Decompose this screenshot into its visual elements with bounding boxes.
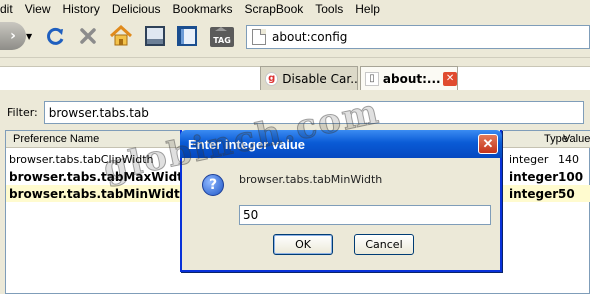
- home-icon: [109, 25, 133, 46]
- home-button[interactable]: [107, 21, 135, 51]
- menu-edit[interactable]: dit: [0, 2, 19, 16]
- dialog-title: Enter integer value: [188, 136, 306, 152]
- page-favicon-icon: ▯: [365, 71, 379, 86]
- pref-type: integer: [509, 169, 559, 184]
- history-dropdown-icon[interactable]: ▼: [26, 32, 32, 41]
- navigation-toolbar: › ▼ TAG about:config: [0, 17, 590, 58]
- reload-button[interactable]: [41, 21, 69, 51]
- tab-strip-empty-right: [458, 66, 590, 90]
- cancel-button[interactable]: Cancel: [354, 234, 414, 255]
- back-button[interactable]: ›: [0, 22, 26, 50]
- menu-delicious[interactable]: Delicious: [106, 2, 167, 16]
- bookmark-button[interactable]: [173, 21, 201, 51]
- column-header-name[interactable]: Preference Name: [13, 133, 99, 145]
- back-arrow-icon: ›: [10, 28, 16, 44]
- integer-value-input[interactable]: [239, 205, 491, 225]
- stop-button[interactable]: [74, 21, 102, 51]
- menu-bar: dit View History Delicious Bookmarks Scr…: [0, 0, 590, 17]
- tab-strip: g Disable Car... ▯ about:... ✕: [0, 58, 590, 90]
- menu-history[interactable]: History: [56, 2, 105, 16]
- scrapbook-button[interactable]: [141, 21, 169, 51]
- pref-name: browser.tabs.tabClipWidth: [9, 153, 154, 166]
- url-bar[interactable]: [246, 25, 590, 49]
- tab-close-icon[interactable]: ✕: [443, 71, 458, 86]
- page-icon: [252, 29, 266, 45]
- dialog-message: browser.tabs.tabMinWidth: [239, 173, 383, 186]
- tab-label: about:...: [382, 71, 441, 86]
- dialog-titlebar[interactable]: Enter integer value ✕: [180, 130, 502, 158]
- url-input[interactable]: [272, 30, 572, 44]
- menu-view[interactable]: View: [19, 2, 57, 16]
- question-icon: ?: [202, 174, 224, 196]
- filter-input[interactable]: [43, 101, 584, 124]
- pref-name: browser.tabs.tabMaxWidth: [9, 169, 192, 184]
- stop-icon: [80, 28, 96, 44]
- filter-row: Filter:: [7, 101, 584, 124]
- scrapbook-icon: [145, 26, 165, 46]
- ok-button[interactable]: OK: [273, 234, 333, 255]
- pref-value: 50: [558, 186, 575, 201]
- tab-strip-empty-left: [0, 66, 260, 90]
- dialog-close-icon[interactable]: ✕: [478, 134, 498, 154]
- integer-value-dialog: Enter integer value ✕ ? browser.tabs.tab…: [180, 130, 502, 272]
- reload-icon: [47, 27, 64, 45]
- tag-icon: TAG: [210, 27, 234, 47]
- menu-bookmarks[interactable]: Bookmarks: [167, 2, 239, 16]
- pref-value: 100: [558, 169, 584, 184]
- filter-label: Filter:: [7, 106, 38, 119]
- column-header-value[interactable]: Value: [563, 133, 590, 145]
- pref-name: browser.tabs.tabMinWidth: [9, 186, 189, 201]
- pref-type: integer: [509, 186, 559, 201]
- tab-disable-caret[interactable]: g Disable Car...: [260, 66, 358, 90]
- tag-icon-label: TAG: [213, 36, 231, 45]
- tab-label: Disable Car...: [282, 71, 357, 86]
- menu-tools[interactable]: Tools: [309, 2, 349, 16]
- google-favicon-icon: g: [265, 71, 279, 86]
- pref-type: integer: [509, 153, 549, 166]
- menu-scrapbook[interactable]: ScrapBook: [239, 2, 310, 16]
- bookmark-icon: [177, 26, 197, 46]
- menu-help[interactable]: Help: [349, 2, 386, 16]
- tag-button[interactable]: TAG: [208, 21, 236, 51]
- tab-about-config[interactable]: ▯ about:... ✕: [360, 66, 458, 90]
- pref-value: 140: [558, 153, 579, 166]
